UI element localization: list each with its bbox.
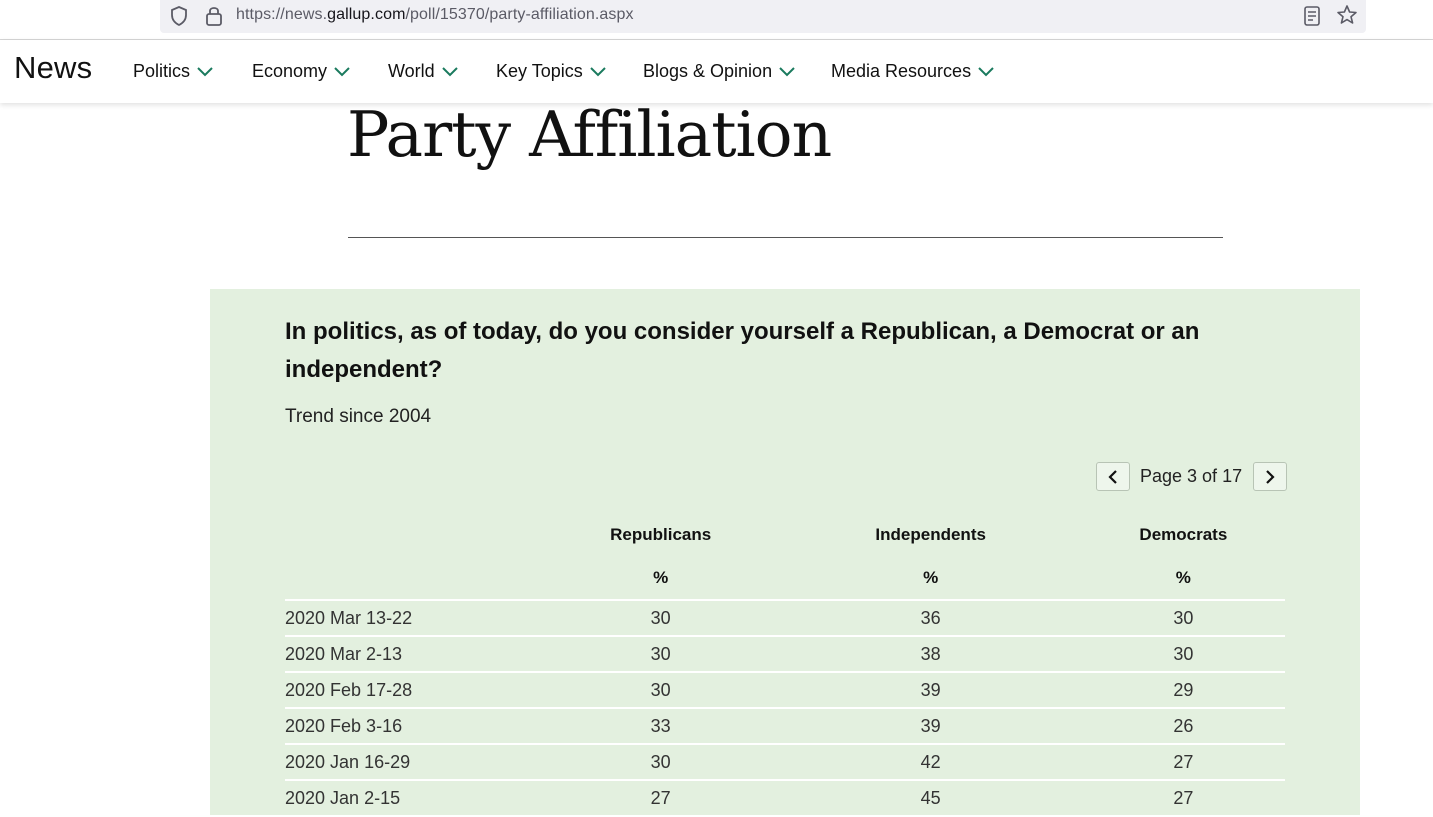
row-date: 2020 Feb 3-16 xyxy=(285,708,542,745)
poll-panel: In politics, as of today, do you conside… xyxy=(210,289,1360,817)
republicans-value: 27 xyxy=(541,780,780,817)
poll-question: In politics, as of today, do you conside… xyxy=(285,318,1200,383)
unit-header: % xyxy=(1081,556,1285,601)
nav-item-label: Key Topics xyxy=(496,61,583,81)
row-date: 2020 Jan 16-29 xyxy=(285,744,542,781)
site-nav: News Politics Economy World Key Topics B… xyxy=(0,40,1433,103)
independents-value: 42 xyxy=(779,744,1082,781)
brand-logo[interactable]: News xyxy=(14,50,92,86)
republicans-value: 30 xyxy=(541,744,780,781)
chevron-down-icon xyxy=(334,66,350,76)
democrats-value: 30 xyxy=(1081,600,1285,637)
pager: Page 3 of 17 xyxy=(1096,461,1288,492)
page-title: Party Affiliation xyxy=(347,98,832,171)
shield-icon[interactable] xyxy=(168,5,190,32)
affiliation-table: Republicans Independents Democrats % % %… xyxy=(285,521,1285,817)
table-row: 2020 Mar 13-22 30 36 30 xyxy=(285,600,1285,637)
chevron-down-icon xyxy=(978,66,994,76)
nav-item-label: Economy xyxy=(252,61,328,81)
row-date: 2020 Mar 13-22 xyxy=(285,600,542,637)
bookmark-star-icon[interactable] xyxy=(1336,4,1358,31)
democrats-value: 27 xyxy=(1081,744,1285,781)
poll-subtitle: Trend since 2004 xyxy=(285,406,432,427)
reader-view-icon[interactable] xyxy=(1302,5,1322,32)
chevron-left-icon xyxy=(1108,469,1117,484)
table-row: 2020 Jan 16-29 30 42 27 xyxy=(285,744,1285,781)
chevron-down-icon xyxy=(197,66,213,76)
nav-item-label: Politics xyxy=(133,61,191,81)
column-header-republicans: Republicans xyxy=(610,525,712,544)
url-field[interactable]: https://news.gallup.com/poll/15370/party… xyxy=(160,0,1366,33)
independents-value: 39 xyxy=(779,708,1082,745)
republicans-value: 33 xyxy=(541,708,780,745)
table-row: 2020 Jan 2-15 27 45 27 xyxy=(285,780,1285,817)
chevron-down-icon xyxy=(590,66,606,76)
nav-item-key-topics[interactable]: Key Topics xyxy=(496,61,606,82)
republicans-value: 30 xyxy=(541,672,780,709)
chevron-down-icon xyxy=(779,66,795,76)
row-date: 2020 Mar 2-13 xyxy=(285,636,542,673)
chevron-down-icon xyxy=(441,66,458,76)
nav-item-media-resources[interactable]: Media Resources xyxy=(831,61,994,82)
table-row: 2020 Feb 17-28 30 39 29 xyxy=(285,672,1285,709)
independents-value: 38 xyxy=(779,636,1082,673)
nav-item-label: Media Resources xyxy=(831,61,972,81)
nav-item-label: Blogs & Opinion xyxy=(643,61,773,81)
title-divider xyxy=(348,237,1223,238)
nav-item-label: World xyxy=(388,61,435,81)
previous-page-button[interactable] xyxy=(1096,462,1130,491)
nav-item-economy[interactable]: Economy xyxy=(252,61,350,82)
republicans-value: 30 xyxy=(541,636,780,673)
row-date: 2020 Feb 17-28 xyxy=(285,672,542,709)
independents-value: 36 xyxy=(779,600,1082,637)
chevron-right-icon xyxy=(1266,469,1275,484)
democrats-value: 30 xyxy=(1081,636,1285,673)
democrats-value: 26 xyxy=(1081,708,1285,745)
unit-header: % xyxy=(779,556,1082,601)
independents-value: 39 xyxy=(779,672,1082,709)
unit-header xyxy=(285,556,542,601)
page-indicator: Page 3 of 17 xyxy=(1140,466,1243,486)
next-page-button[interactable] xyxy=(1253,462,1288,491)
column-header xyxy=(285,521,542,556)
row-date: 2020 Jan 2-15 xyxy=(285,780,542,817)
independents-value: 45 xyxy=(779,780,1082,817)
nav-item-world[interactable]: World xyxy=(388,61,458,82)
browser-toolbar: https://news.gallup.com/poll/15370/party… xyxy=(0,0,1433,40)
republicans-value: 30 xyxy=(541,600,780,637)
nav-item-politics[interactable]: Politics xyxy=(133,61,213,82)
democrats-value: 27 xyxy=(1081,780,1285,817)
nav-item-blogs-opinion[interactable]: Blogs & Opinion xyxy=(643,61,795,82)
url-text[interactable]: https://news.gallup.com/poll/15370/party… xyxy=(236,6,634,24)
lock-icon[interactable] xyxy=(204,4,224,33)
table-row: 2020 Mar 2-13 30 38 30 xyxy=(285,636,1285,673)
column-header-democrats: Democrats xyxy=(1139,525,1228,544)
column-header-independents: Independents xyxy=(875,525,986,544)
democrats-value: 29 xyxy=(1081,672,1285,709)
unit-header: % xyxy=(541,556,780,601)
table-row: 2020 Feb 3-16 33 39 26 xyxy=(285,708,1285,745)
